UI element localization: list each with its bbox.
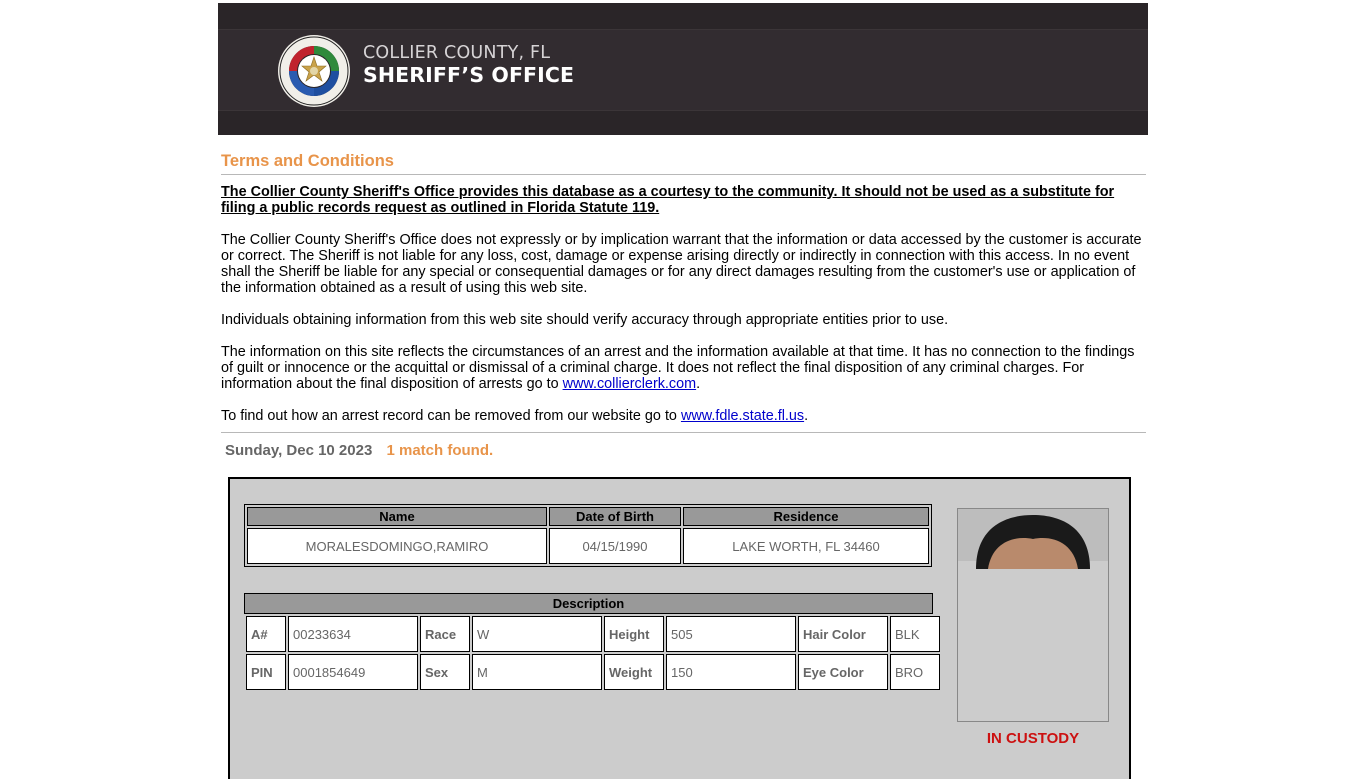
column-header-dob: Date of Birth: [549, 507, 681, 526]
sheriff-badge-logo[interactable]: [277, 34, 351, 108]
description-table: A# 00233634 Race W Height 505 Hair Color…: [244, 614, 942, 692]
a-number-label: A#: [246, 616, 286, 652]
height-label: Height: [604, 616, 664, 652]
header-banner: COLLIER COUNTY, FL SHERIFF’S OFFICE: [218, 3, 1148, 135]
custody-status: IN CUSTODY: [986, 730, 1080, 747]
terms-paragraph: The information on this site reflects th…: [221, 344, 1146, 392]
terms-section: Terms and Conditions The Collier County …: [221, 150, 1146, 433]
banner-stripe: [218, 29, 1148, 30]
terms-paragraph: Individuals obtaining information from t…: [221, 312, 949, 328]
pin-label: PIN: [246, 654, 286, 690]
terms-text: .: [804, 408, 809, 424]
inmate-residence: LAKE WORTH, FL 34460: [683, 528, 929, 564]
description-header: Description: [244, 593, 933, 614]
status-date: Sunday, Dec 10 2023: [225, 442, 373, 459]
match-count: 1 match found.: [386, 442, 494, 459]
terms-lead: The Collier County Sheriff's Office prov…: [221, 184, 1115, 216]
county-line: COLLIER COUNTY, FL: [363, 43, 551, 63]
divider: [221, 432, 1146, 433]
office-line: SHERIFF’S OFFICE: [363, 63, 575, 87]
sex-label: Sex: [420, 654, 470, 690]
weight-label: Weight: [604, 654, 664, 690]
divider: [221, 174, 1146, 175]
collierclerk-link[interactable]: www.collierclerk.com: [563, 376, 697, 392]
height-value: 505: [666, 616, 796, 652]
terms-title: Terms and Conditions: [221, 152, 394, 170]
inmate-dob: 04/15/1990: [549, 528, 681, 564]
race-value: W: [472, 616, 602, 652]
hair-color-value: BLK: [890, 616, 940, 652]
a-number-value: 00233634: [288, 616, 418, 652]
sex-value: M: [472, 654, 602, 690]
booking-photo[interactable]: [957, 508, 1109, 722]
banner-band: [218, 29, 1148, 111]
column-header-residence: Residence: [683, 507, 929, 526]
fdle-link[interactable]: www.fdle.state.fl.us: [681, 408, 804, 424]
race-label: Race: [420, 616, 470, 652]
weight-value: 150: [666, 654, 796, 690]
column-header-name: Name: [247, 507, 547, 526]
pin-value: 0001854649: [288, 654, 418, 690]
banner-stripe: [218, 110, 1148, 111]
person-head-icon: [976, 515, 1090, 569]
search-status: Sunday, Dec 10 2023 1 match found.: [225, 442, 493, 459]
terms-text: To find out how an arrest record can be …: [221, 408, 681, 424]
terms-paragraph: To find out how an arrest record can be …: [221, 408, 1146, 424]
inmate-name: MORALESDOMINGO,RAMIRO: [247, 528, 547, 564]
agency-name: COLLIER COUNTY, FL SHERIFF’S OFFICE: [363, 43, 574, 88]
record-summary-table: Name Date of Birth Residence MORALESDOMI…: [244, 504, 932, 567]
eye-color-value: BRO: [890, 654, 940, 690]
hair-color-label: Hair Color: [798, 616, 888, 652]
terms-text: .: [696, 376, 701, 392]
terms-paragraph: The Collier County Sheriff's Office does…: [221, 232, 1142, 296]
eye-color-label: Eye Color: [798, 654, 888, 690]
